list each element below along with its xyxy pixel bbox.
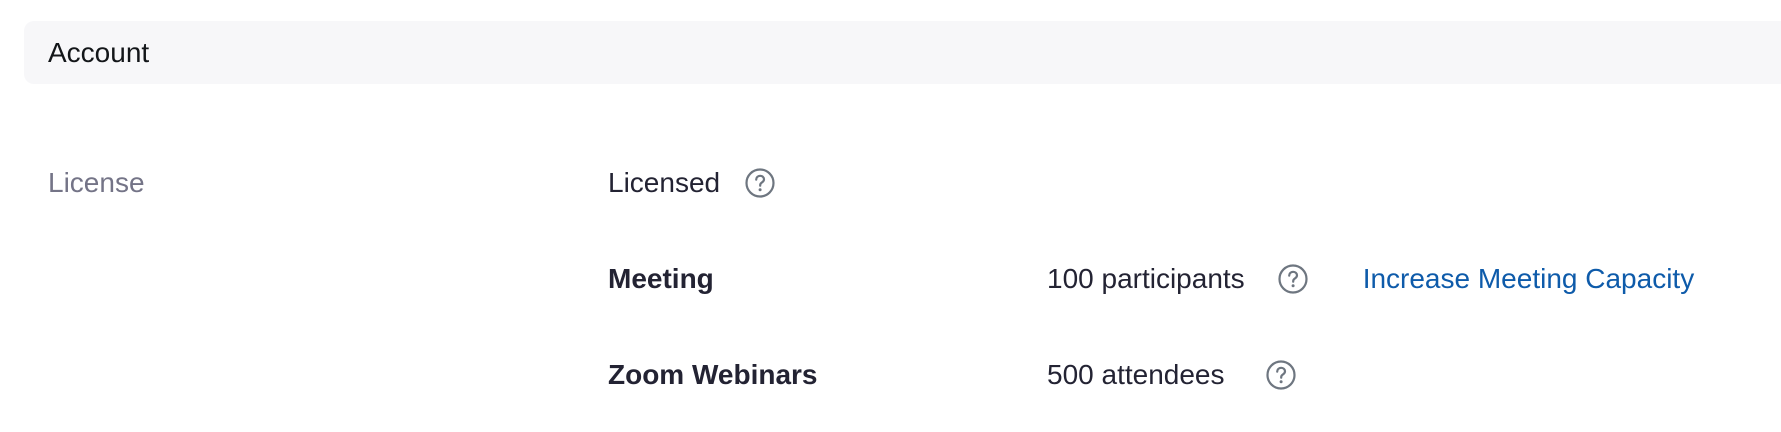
meeting-label: Meeting [608, 263, 714, 294]
increase-meeting-capacity-link[interactable]: Increase Meeting Capacity [1363, 260, 1695, 298]
section-header: Account [24, 21, 1781, 84]
webinars-value-row: 500 attendees [1047, 356, 1297, 394]
question-circle-icon[interactable] [744, 167, 776, 199]
meeting-capacity-value: 100 participants [1047, 263, 1245, 294]
section-title: Account [48, 37, 150, 68]
webinars-capacity-value: 500 attendees [1047, 359, 1225, 390]
license-value: Licensed [608, 167, 721, 198]
question-circle-icon[interactable] [1265, 359, 1297, 391]
meeting-value-row: 100 participants Increase Meeting Capaci… [1047, 260, 1694, 298]
license-value-row: Licensed [608, 164, 776, 202]
zoom-webinars-label: Zoom Webinars [608, 359, 818, 390]
license-label: License [48, 167, 145, 198]
question-circle-icon[interactable] [1277, 263, 1309, 295]
